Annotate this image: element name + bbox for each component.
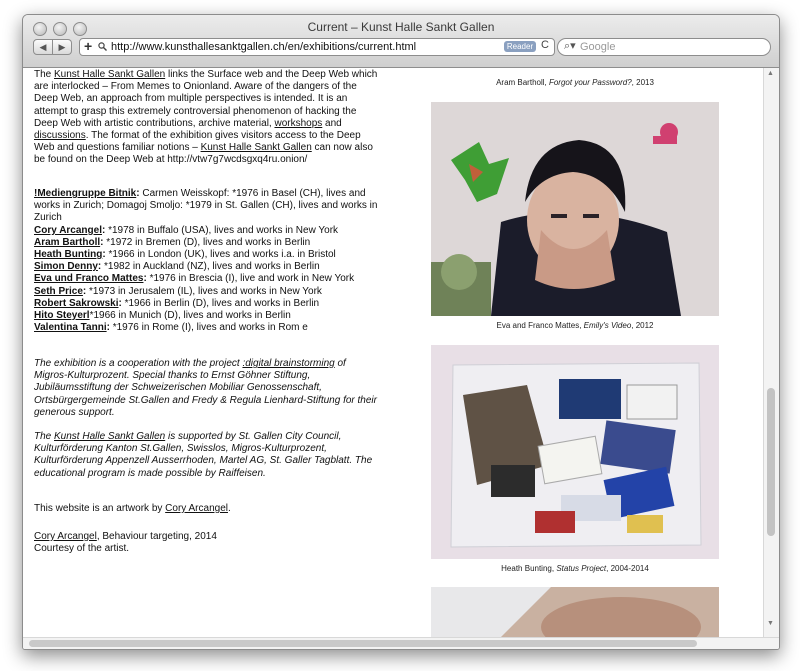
horizontal-scroll-thumb[interactable] bbox=[29, 640, 697, 647]
artwork-note: This website is an artwork by Cory Arcan… bbox=[34, 503, 231, 514]
cory-arcangel-link[interactable]: Cory Arcangel bbox=[165, 503, 228, 514]
artist-info: *1976 in Brescia (I), live and work in N… bbox=[149, 273, 355, 285]
artist-list-item: Hito Steyerl*1966 in Munich (D), lives a… bbox=[34, 310, 379, 322]
photo-status-project[interactable] bbox=[431, 345, 719, 559]
artist-list-item: Eva und Franco Mattes: *1976 in Brescia … bbox=[34, 273, 379, 285]
artist-name-link[interactable]: Heath Bunting bbox=[34, 249, 102, 260]
scroll-up-icon[interactable]: ▲ bbox=[767, 70, 774, 77]
add-bookmark-button[interactable]: + bbox=[84, 38, 92, 54]
search-icon: ⌕▾ bbox=[564, 40, 576, 52]
photo-emilys-video[interactable] bbox=[431, 102, 719, 316]
artist-list-item: Cory Arcangel: *1978 in Buffalo (USA), l… bbox=[34, 225, 379, 237]
title-bar: Current – Kunst Halle Sankt Gallen ◀ ▶ +… bbox=[23, 15, 779, 68]
artist-info: *1972 in Bremen (D), lives and works in … bbox=[106, 236, 311, 248]
window-title: Current – Kunst Halle Sankt Gallen bbox=[307, 20, 495, 34]
caption-eva-franco-mattes: Eva and Franco Mattes, Emily's Video, 20… bbox=[496, 321, 654, 330]
reload-icon[interactable]: C bbox=[541, 39, 549, 51]
artist-info: *1966 in London (UK), lives and works i.… bbox=[108, 249, 336, 261]
artist-list-item: Robert Sakrowski: *1966 in Berlin (D), l… bbox=[34, 298, 379, 310]
artist-list-item: !Mediengruppe Bitnik: Carmen Weisskopf: … bbox=[34, 188, 379, 225]
workshops-link[interactable]: workshops bbox=[274, 118, 322, 129]
address-bar[interactable]: + http://www.kunsthallesanktgallen.ch/en… bbox=[79, 38, 555, 56]
artist-list: !Mediengruppe Bitnik: Carmen Weisskopf: … bbox=[34, 188, 379, 334]
artist-list-item: Simon Denny: *1982 in Auckland (NZ), liv… bbox=[34, 261, 379, 273]
browser-window: Current – Kunst Halle Sankt Gallen ◀ ▶ +… bbox=[22, 14, 780, 650]
credit-note: Cory Arcangel, Behaviour targeting, 2014… bbox=[34, 531, 217, 555]
artist-list-item: Valentina Tanni: *1976 in Rome (I), live… bbox=[34, 322, 379, 334]
caption-aram-bartholl: Aram Bartholl, Forgot your Password?, 20… bbox=[496, 78, 654, 87]
search-placeholder: Google bbox=[580, 41, 616, 53]
scroll-down-icon[interactable]: ▼ bbox=[767, 620, 774, 627]
artist-name-link[interactable]: Simon Denny bbox=[34, 261, 98, 272]
artist-name-link[interactable]: Aram Bartholl bbox=[34, 237, 100, 248]
back-button[interactable]: ◀ bbox=[33, 39, 53, 55]
discussions-link[interactable]: discussions bbox=[34, 130, 86, 141]
forward-button[interactable]: ▶ bbox=[53, 39, 72, 55]
nav-buttons: ◀ ▶ bbox=[33, 39, 72, 55]
artist-info: *1966 in Berlin (D), lives and works in … bbox=[124, 297, 320, 309]
artist-info: *1978 in Buffalo (USA), lives and works … bbox=[108, 224, 339, 236]
kunsthalle-link-2[interactable]: Kunst Halle Sankt Gallen bbox=[201, 142, 312, 153]
cory-arcangel-credit-link[interactable]: Cory Arcangel bbox=[34, 531, 97, 542]
artist-info: *1976 in Rome (I), lives and works in Ro… bbox=[112, 322, 308, 334]
horizontal-scrollbar[interactable] bbox=[23, 637, 779, 649]
artist-info: *1973 in Jerusalem (IL), lives and works… bbox=[89, 285, 322, 297]
artist-list-item: Seth Price: *1973 in Jerusalem (IL), liv… bbox=[34, 286, 379, 298]
vertical-scroll-thumb[interactable] bbox=[767, 388, 775, 536]
kunsthalle-support-link[interactable]: Kunst Halle Sankt Gallen bbox=[54, 431, 165, 442]
artist-name-link[interactable]: Robert Sakrowski bbox=[34, 298, 118, 309]
artist-name-link[interactable]: !Mediengruppe Bitnik bbox=[34, 188, 136, 199]
page-content: The Kunst Halle Sankt Gallen links the S… bbox=[23, 68, 763, 637]
vertical-scrollbar[interactable]: ▲ ▼ bbox=[763, 68, 779, 637]
intro-paragraph: The Kunst Halle Sankt Gallen links the S… bbox=[34, 69, 378, 166]
cooperation-paragraph: The exhibition is a cooperation with the… bbox=[34, 358, 377, 418]
artist-list-item: Heath Bunting: *1966 in London (UK), liv… bbox=[34, 249, 379, 261]
digital-brainstorming-link[interactable]: :digital brainstorming bbox=[242, 358, 334, 369]
photo-partial[interactable] bbox=[431, 587, 719, 637]
artist-list-item: Aram Bartholl: *1972 in Bremen (D), live… bbox=[34, 237, 379, 249]
page-favicon-icon bbox=[98, 42, 107, 51]
url-text[interactable]: http://www.kunsthallesanktgallen.ch/en/e… bbox=[111, 41, 416, 53]
artist-name-link[interactable]: Cory Arcangel bbox=[34, 225, 102, 236]
kunsthalle-link[interactable]: Kunst Halle Sankt Gallen bbox=[54, 69, 165, 80]
artist-name-link[interactable]: Seth Price bbox=[34, 286, 83, 297]
reader-button[interactable]: Reader bbox=[504, 41, 536, 52]
artist-info: *1982 in Auckland (NZ), lives and works … bbox=[104, 261, 320, 273]
artist-name-link[interactable]: Hito Steyerl bbox=[34, 310, 90, 321]
search-field[interactable]: ⌕▾ Google bbox=[557, 38, 771, 56]
artist-name-link[interactable]: Eva und Franco Mattes bbox=[34, 273, 143, 284]
artist-name-link[interactable]: Valentina Tanni bbox=[34, 322, 107, 333]
support-paragraph: The Kunst Halle Sankt Gallen is supporte… bbox=[34, 431, 373, 479]
artist-info: *1966 in Munich (D), lives and works in … bbox=[89, 310, 291, 322]
caption-heath-bunting: Heath Bunting, Status Project, 2004-2014 bbox=[501, 564, 649, 573]
